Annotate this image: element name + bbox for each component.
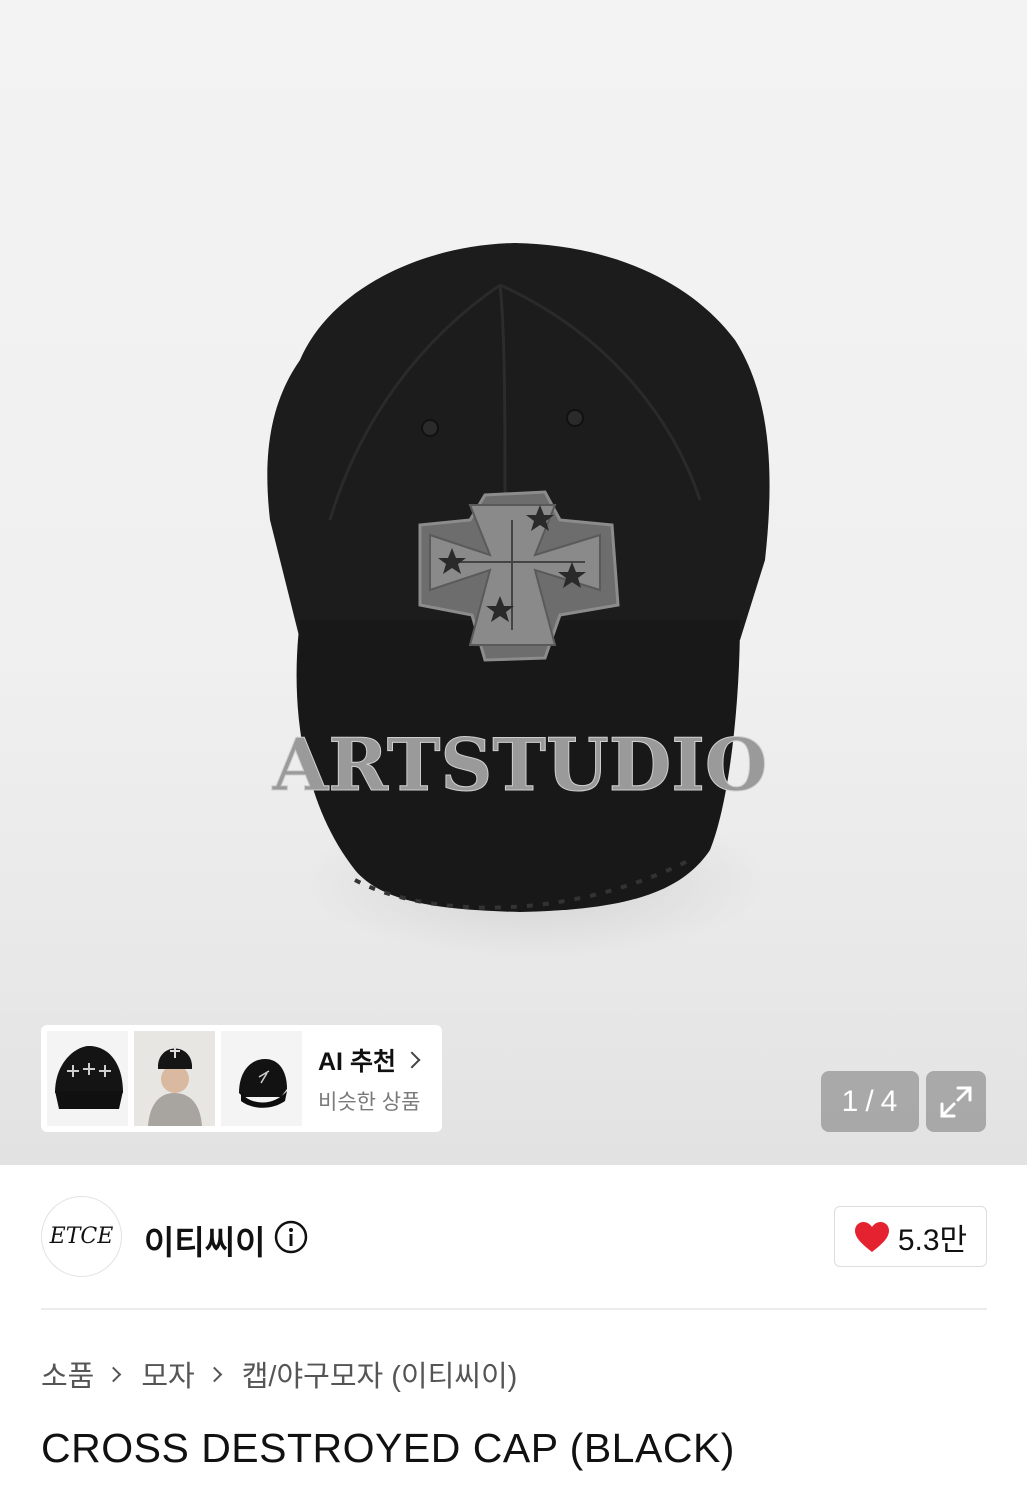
breadcrumb: 소품 모자 캡/야구모자 (이티씨이) — [41, 1353, 517, 1395]
ai-recommend[interactable]: AI 추천 비슷한 상품 — [318, 1042, 421, 1116]
ai-recommend-title-row: AI 추천 — [318, 1042, 421, 1078]
chevron-right-icon — [106, 1366, 122, 1382]
breadcrumb-item-accessories[interactable]: 소품 — [41, 1353, 94, 1395]
brand-logo[interactable]: ETCE — [41, 1196, 122, 1277]
thumb-model[interactable] — [134, 1031, 215, 1126]
breadcrumb-item-hats[interactable]: 모자 — [141, 1353, 194, 1395]
divider — [41, 1308, 987, 1310]
thumb-cap-front[interactable] — [47, 1031, 128, 1126]
product-image: ARTSTUDIO — [267, 243, 770, 912]
product-image-gallery[interactable]: ARTSTUDIO AI 추천 비슷한 상품 1 / 4 — [0, 0, 1027, 1165]
brand-row: ETCE 이티씨이 5.3만 — [41, 1196, 987, 1278]
expand-icon — [940, 1086, 972, 1117]
ai-recommend-subtitle: 비슷한 상품 — [318, 1090, 421, 1114]
expand-button[interactable] — [926, 1071, 986, 1132]
chevron-right-icon — [206, 1366, 223, 1382]
brand-name[interactable]: 이티씨이 — [144, 1216, 265, 1264]
like-count: 5.3만 — [897, 1223, 968, 1257]
image-counter: 1 / 4 — [821, 1071, 919, 1132]
counter-separator: / — [865, 1084, 875, 1118]
heart-icon — [854, 1221, 889, 1252]
product-title: CROSS DESTROYED CAP (BLACK) — [41, 1425, 735, 1471]
breadcrumb-item-caps[interactable]: 캡/야구모자 (이티씨이) — [242, 1353, 518, 1395]
chevron-right-icon — [403, 1051, 421, 1068]
thumb-cap-side[interactable] — [221, 1031, 302, 1126]
thumbnail-strip: AI 추천 비슷한 상품 — [41, 1025, 442, 1132]
cap-embroidery-text: ARTSTUDIO — [271, 722, 767, 807]
info-icon[interactable] — [273, 1219, 309, 1255]
counter-total: 4 — [880, 1084, 899, 1118]
ai-recommend-title: AI 추천 — [318, 1047, 396, 1076]
like-button[interactable]: 5.3만 — [834, 1206, 987, 1267]
counter-current: 1 — [841, 1084, 860, 1118]
